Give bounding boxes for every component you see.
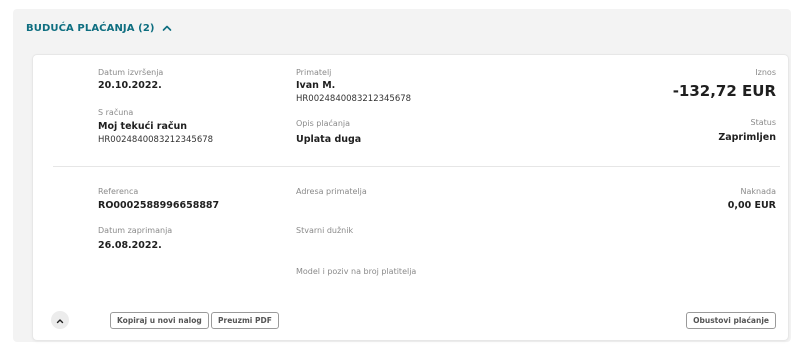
section-title: BUDUĆA PLAĆANJA (2) xyxy=(26,22,155,34)
amount-label: Iznos xyxy=(755,68,776,77)
received-date: 26.08.2022. xyxy=(98,240,162,251)
execution-date: 20.10.2022. xyxy=(98,80,162,91)
payment-description: Uplata duga xyxy=(296,134,362,145)
execution-date-label: Datum izvršenja xyxy=(98,68,164,77)
fee-label: Naknada xyxy=(740,187,776,196)
model-label: Model i poziv na broj platitelja xyxy=(296,267,417,276)
reference-label: Referenca xyxy=(98,187,139,196)
recipient-name: Ivan M. xyxy=(296,80,336,91)
cancel-payment-button[interactable]: Obustovi plaćanje xyxy=(686,312,776,329)
section-header[interactable]: BUDUĆA PLAĆANJA (2) xyxy=(26,19,173,37)
status-value: Zaprimljen xyxy=(718,132,776,143)
recipient-label: Primatelj xyxy=(296,68,332,77)
payment-card: Datum izvršenja 20.10.2022. S računa Moj… xyxy=(33,55,788,340)
fee-value: 0,00 EUR xyxy=(727,200,776,211)
received-date-label: Datum zaprimanja xyxy=(98,226,173,235)
description-label: Opis plaćanja xyxy=(296,119,351,128)
from-account-iban: HR0024840083212345678 xyxy=(98,135,214,145)
chevron-up-icon xyxy=(55,311,65,330)
copy-to-new-order-button[interactable]: Kopiraj u novi nalog xyxy=(110,312,209,329)
payment-amount: -132,72 EUR xyxy=(672,82,776,100)
future-payments-panel: BUDUĆA PLAĆANJA (2) Datum izvršenja 20.1… xyxy=(13,9,791,342)
actual-debtor-label: Stvarni dužnik xyxy=(296,226,354,235)
divider xyxy=(53,166,780,167)
recipient-address-label: Adresa primatelja xyxy=(296,187,367,196)
recipient-iban: HR0024840083212345678 xyxy=(296,94,412,104)
chevron-up-icon[interactable] xyxy=(161,22,173,34)
from-account-label: S računa xyxy=(98,108,134,117)
download-pdf-button[interactable]: Preuzmi PDF xyxy=(211,312,279,329)
reference-value: RO0002588996658887 xyxy=(98,200,220,211)
from-account-name: Moj tekući račun xyxy=(98,121,188,132)
collapse-button[interactable] xyxy=(51,311,69,329)
status-label: Status xyxy=(750,118,777,127)
